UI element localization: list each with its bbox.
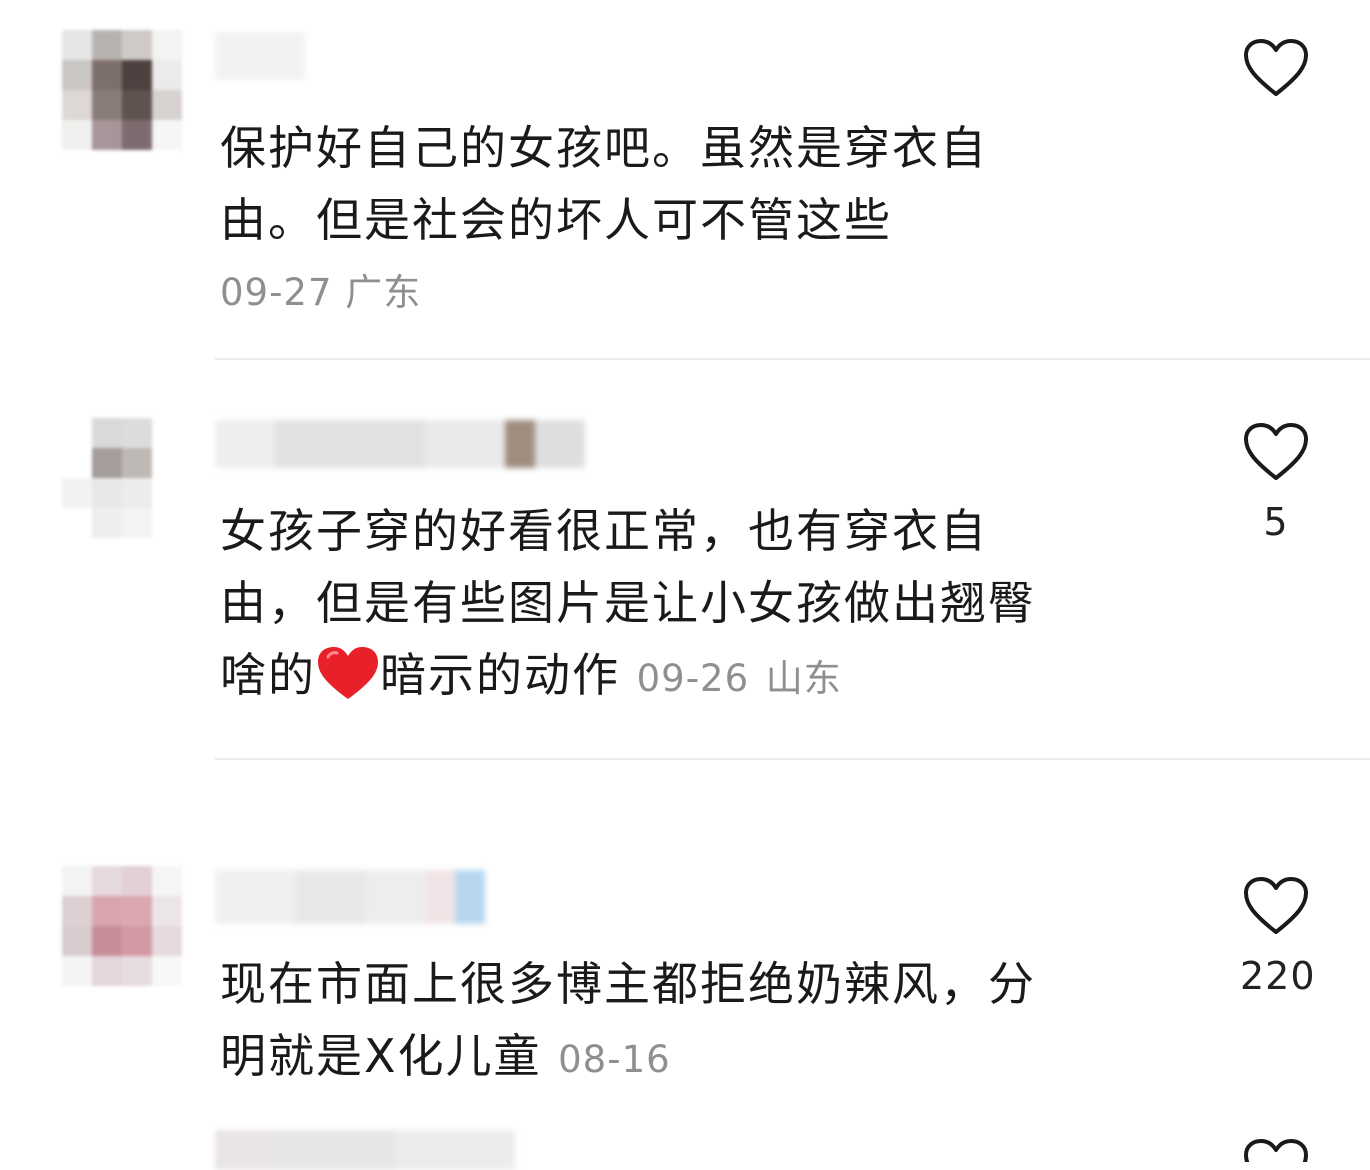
comment-date: 09-26 <box>636 657 750 700</box>
comment-location: 山东 <box>765 657 842 700</box>
username-blurred[interactable] <box>215 420 585 468</box>
like-button[interactable] <box>1240 1138 1312 1162</box>
comment-text: 保护好自己的女孩吧。虽然是穿衣自 由。但是社会的坏人可不管这些 <box>220 121 988 247</box>
like-button[interactable]: 5 <box>1240 422 1312 544</box>
like-count: 5 <box>1263 500 1289 544</box>
comment-date: 08-16 <box>558 1038 671 1081</box>
comment-date: 09-27 <box>220 271 333 314</box>
divider <box>215 358 1370 360</box>
username-blurred[interactable] <box>215 1130 515 1170</box>
heart-outline-icon <box>1244 39 1308 96</box>
comment-location: 广东 <box>345 271 422 314</box>
like-button[interactable]: 220 <box>1240 876 1316 998</box>
comment-text: 现在市面上很多博主都拒绝奶辣风，分 明就是X化儿童 08-16 <box>220 957 1036 1083</box>
divider <box>215 758 1370 760</box>
heart-outline-icon <box>1244 877 1308 934</box>
like-button[interactable] <box>1240 38 1312 116</box>
avatar[interactable] <box>62 30 182 150</box>
heart-outline-icon <box>1244 1139 1308 1162</box>
comment-text: 女孩子穿的好看很正常，也有穿衣自 由，但是有些图片是让小女孩做出翘臀 啥的 暗示的… <box>220 504 1036 702</box>
heart-outline-icon <box>1244 423 1308 480</box>
red-heart-emoji-icon <box>318 647 378 699</box>
username-blurred[interactable] <box>215 870 485 924</box>
avatar[interactable] <box>62 418 182 538</box>
username-blurred[interactable] <box>215 32 305 80</box>
like-count: 220 <box>1240 954 1316 998</box>
avatar[interactable] <box>62 866 182 986</box>
comment-meta: 09-27 广东 <box>220 262 421 316</box>
